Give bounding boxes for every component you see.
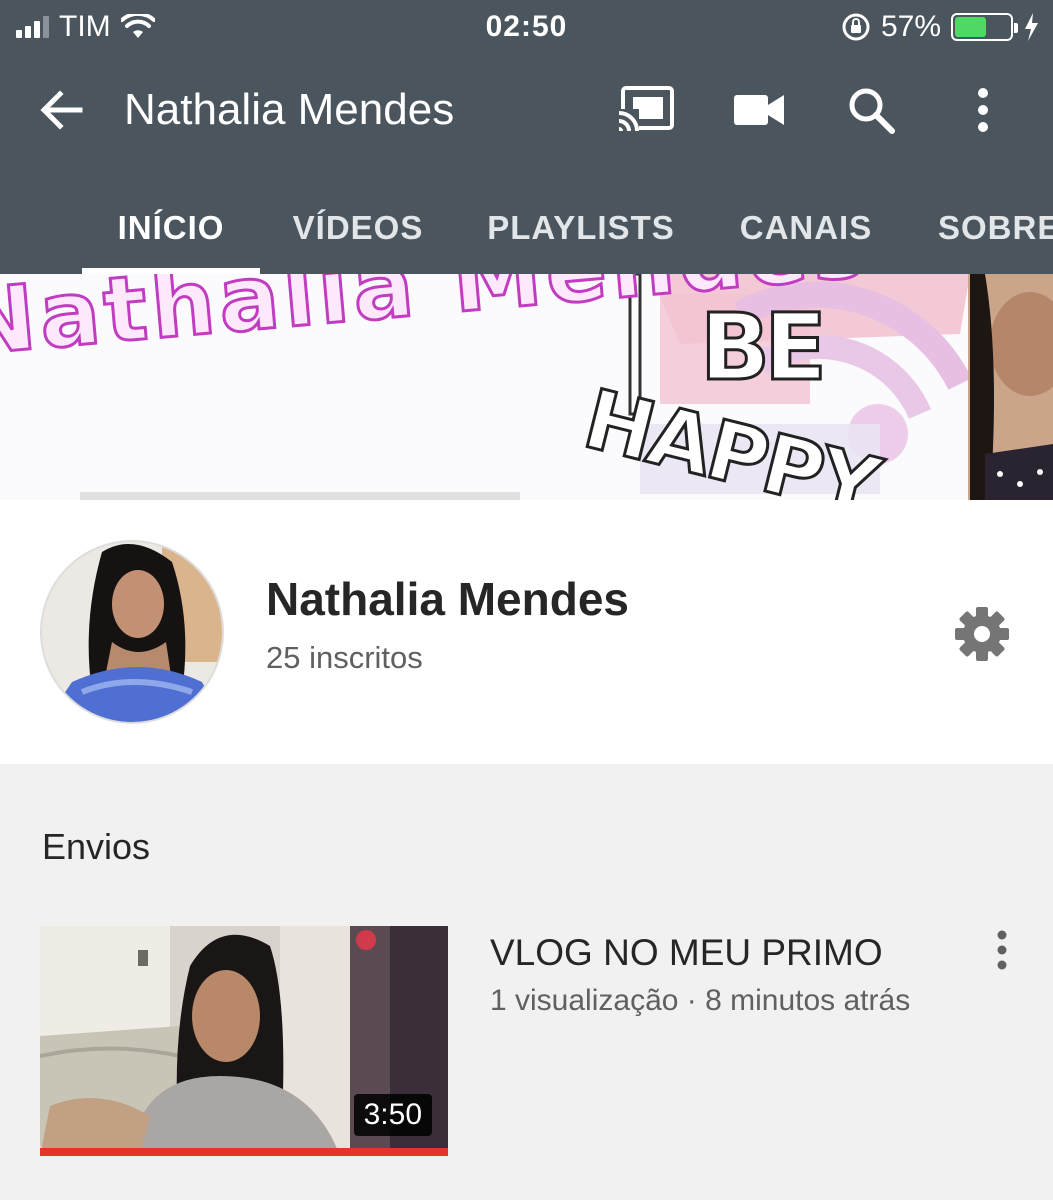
app-bar: Nathalia Mendes INÍCIO VÍDEOS PLAYLISTS … — [0, 52, 1053, 274]
battery-percent: 57% — [880, 10, 941, 43]
upload-video-button[interactable] — [728, 80, 790, 140]
tab-inicio[interactable]: INÍCIO — [82, 182, 260, 274]
search-button[interactable] — [840, 80, 902, 140]
battery-fill — [955, 17, 986, 37]
cast-icon — [617, 86, 674, 133]
video-title[interactable]: VLOG NO MEU PRIMO — [490, 932, 883, 974]
more-vert-icon — [978, 88, 988, 132]
channel-avatar[interactable] — [40, 540, 224, 724]
video-more-options-button[interactable] — [982, 926, 1022, 976]
more-options-button[interactable] — [952, 80, 1014, 140]
back-arrow-icon — [40, 90, 83, 130]
subscriber-count: 25 inscritos — [266, 640, 423, 675]
battery-icon — [951, 13, 1018, 41]
tab-videos[interactable]: VÍDEOS — [270, 182, 446, 274]
tab-playlists[interactable]: PLAYLISTS — [466, 182, 696, 274]
more-vert-icon — [997, 930, 1007, 970]
app-bar-title: Nathalia Mendes — [124, 85, 455, 134]
channel-name: Nathalia Mendes — [266, 573, 629, 625]
avatar-photo — [42, 542, 222, 722]
back-button[interactable] — [34, 82, 90, 138]
channel-settings-button[interactable] — [952, 604, 1012, 664]
tab-canais[interactable]: CANAIS — [720, 182, 892, 274]
banner-be-text: BE — [699, 293, 829, 403]
channel-tabs: INÍCIO VÍDEOS PLAYLISTS CANAIS SOBRE — [0, 182, 1053, 274]
video-list-item[interactable]: 3:50 VLOG NO MEU PRIMO 1 visualização · … — [0, 926, 1053, 1158]
tab-sobre[interactable]: SOBRE — [920, 182, 1053, 274]
section-title-uploads: Envios — [42, 826, 151, 867]
charging-bolt-icon — [1025, 13, 1038, 41]
rotation-lock-icon — [842, 13, 870, 41]
channel-banner: Nathalia Mendes BE HAPPY — [0, 274, 1053, 500]
video-camera-icon — [734, 95, 784, 125]
channel-header: Nathalia Mendes 25 inscritos — [0, 500, 1053, 764]
search-icon — [849, 88, 895, 134]
video-thumbnail[interactable]: 3:50 — [40, 926, 448, 1156]
status-bar: TIM 02:50 57% — [0, 0, 1053, 52]
gear-icon — [955, 607, 1009, 661]
video-duration-badge: 3:50 — [353, 1094, 432, 1136]
cast-button[interactable] — [614, 80, 676, 140]
status-right: 57% — [841, 10, 1039, 44]
watch-progress-bar — [40, 1148, 448, 1156]
video-metadata: 1 visualização · 8 minutos atrás — [490, 984, 911, 1017]
